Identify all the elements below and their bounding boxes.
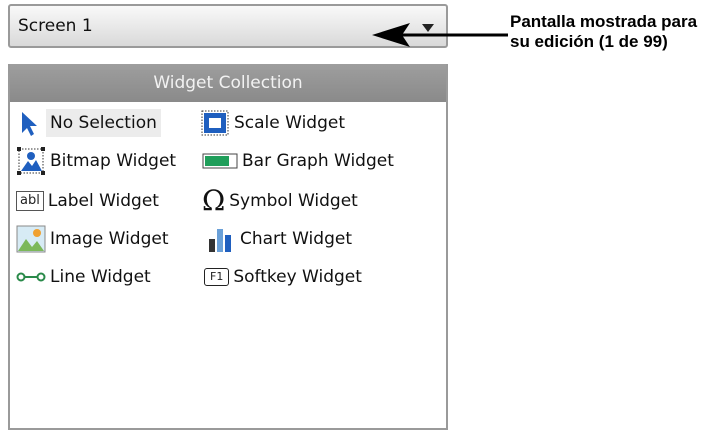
widget-label: Symbol Widget <box>229 191 358 211</box>
widget-label: Softkey Widget <box>233 267 362 287</box>
omega-icon-text: Ω <box>202 184 226 217</box>
label-icon: abl <box>16 191 44 211</box>
widget-item-no-selection[interactable]: No Selection <box>16 106 161 140</box>
bar-graph-icon <box>202 151 238 171</box>
chart-icon <box>206 225 236 253</box>
widget-item-line[interactable]: Line Widget <box>16 260 151 294</box>
widget-item-bar-graph[interactable]: Bar Graph Widget <box>202 144 394 178</box>
softkey-icon-text: F1 <box>204 268 230 286</box>
callout-arrow-icon <box>372 23 508 47</box>
softkey-icon: F1 <box>204 268 230 286</box>
widget-collection: Widget Collection No Selection Scale Wid… <box>8 64 448 430</box>
widget-label: Line Widget <box>50 267 151 287</box>
scale-icon <box>200 109 230 137</box>
widget-item-chart[interactable]: Chart Widget <box>206 222 352 256</box>
widget-collection-header: Widget Collection <box>10 64 446 102</box>
widget-label: Bitmap Widget <box>50 151 177 171</box>
widget-label: Bar Graph Widget <box>242 151 394 171</box>
callout-line-1: Pantalla mostrada para <box>510 12 698 31</box>
line-icon <box>16 270 46 284</box>
widget-item-label[interactable]: abl Label Widget <box>16 184 159 218</box>
widget-label: No Selection <box>46 109 161 137</box>
widget-label: Image Widget <box>50 229 169 249</box>
callout-line-2: su edición (1 de 99) <box>510 32 668 51</box>
widget-label: Scale Widget <box>234 113 346 133</box>
screen-select-value: Screen 1 <box>18 16 93 36</box>
widget-label: Chart Widget <box>240 229 352 249</box>
image-icon <box>16 225 46 253</box>
widget-item-bitmap[interactable]: Bitmap Widget <box>16 144 176 178</box>
widget-item-image[interactable]: Image Widget <box>16 222 169 256</box>
pointer-arrow-icon <box>16 109 42 137</box>
label-icon-text: abl <box>16 191 44 211</box>
widget-collection-title: Widget Collection <box>153 73 303 93</box>
bitmap-icon <box>16 146 46 176</box>
omega-icon: Ω <box>202 187 225 215</box>
widget-item-scale[interactable]: Scale Widget <box>200 106 345 140</box>
widget-panel: Screen 1 Widget Collection No Selection … <box>8 4 448 430</box>
callout-text: Pantalla mostrada para su edición (1 de … <box>510 12 697 52</box>
widget-label: Label Widget <box>47 191 159 211</box>
widget-item-symbol[interactable]: Ω Symbol Widget <box>202 184 358 218</box>
widget-item-softkey[interactable]: F1 Softkey Widget <box>204 260 362 294</box>
